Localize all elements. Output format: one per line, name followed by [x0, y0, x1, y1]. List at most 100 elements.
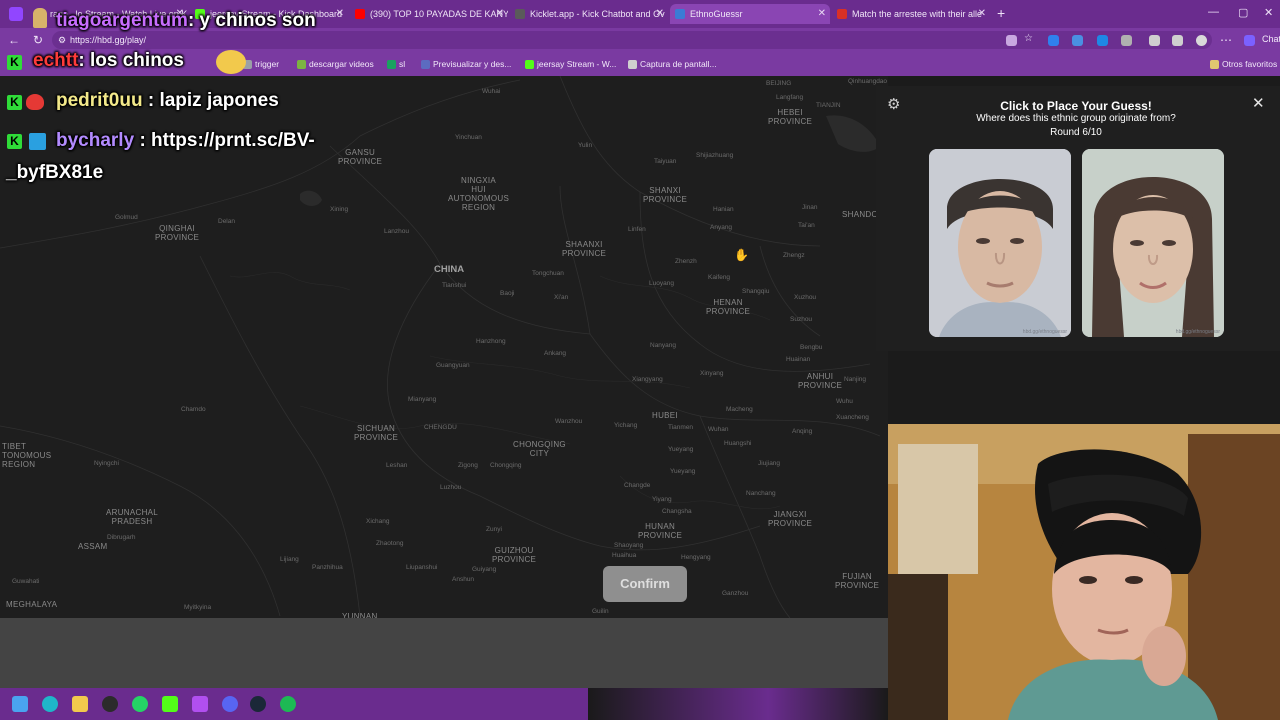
chat-username: pedrit0uu — [56, 90, 143, 111]
close-tab-icon[interactable]: ✕ — [818, 4, 826, 24]
chat-username: echtt — [33, 50, 79, 71]
extension-puzzle-icon[interactable] — [1149, 35, 1160, 46]
close-tab-icon[interactable]: ✕ — [496, 4, 504, 24]
back-icon[interactable]: ← — [8, 33, 20, 47]
chat-text: : y chinos son — [187, 10, 316, 31]
bookmark-star-icon[interactable]: ☆ — [1024, 33, 1035, 44]
arrestee-favicon-icon — [837, 9, 847, 19]
city-label: Shangqiu — [742, 288, 770, 295]
guess-map[interactable]: GANSU PROVINCE NINGXIA HUI AUTONOMOUS REGION… — [0, 76, 888, 618]
city-label: Huaihua — [612, 552, 637, 559]
city-label: Delan — [218, 218, 235, 225]
tab-youtube[interactable]: (390) TOP 10 PAYADAS DE KANYE ✕ — [350, 4, 508, 24]
tab-kicklet[interactable]: Kicklet.app - Kick Chatbot and Ov ✕ — [510, 4, 668, 24]
city-label: Myitkyina — [184, 604, 212, 611]
city-label: Huangshi — [724, 440, 752, 447]
edge-browser-icon[interactable] — [42, 696, 58, 712]
city-label: Yueyang — [670, 468, 696, 475]
province-label: NINGXIA HUI AUTONOMOUS REGION — [448, 176, 510, 212]
minimize-icon[interactable]: — — [1208, 6, 1219, 18]
close-tab-icon[interactable]: ✕ — [336, 4, 344, 24]
obs-icon[interactable] — [102, 696, 118, 712]
city-label: Tianmen — [668, 424, 694, 431]
city-label: Shaoyang — [614, 542, 644, 549]
city-label: Xuzhou — [794, 294, 817, 301]
city-label: Wuhai — [482, 88, 501, 95]
extension-multi-icon[interactable] — [1072, 35, 1083, 46]
close-tab-icon[interactable]: ✕ — [656, 4, 664, 24]
bookmark-descargar-videos[interactable]: descargar videos — [297, 52, 374, 76]
province-label: HENAN PROVINCE — [706, 298, 751, 316]
kick-app-icon[interactable] — [162, 696, 178, 712]
moderator-badge-icon — [29, 133, 46, 150]
steam-icon[interactable] — [250, 696, 266, 712]
map-bottom-strip — [0, 618, 888, 688]
tab-arrestee-game[interactable]: Match the arrestee with their alle ✕ — [832, 4, 990, 24]
bookmark-icon — [297, 60, 306, 69]
province-label: CHONGQING CITY — [513, 440, 566, 458]
bookmark-previsualizar[interactable]: Previsualizar y des... — [421, 52, 511, 76]
round-counter: Round 6/10 — [1050, 127, 1102, 138]
city-label: Xining — [330, 206, 349, 213]
tab-actions-icon[interactable] — [9, 7, 23, 21]
new-tab-icon[interactable]: + — [997, 5, 1005, 21]
city-label: Jinan — [802, 204, 818, 211]
city-label: Nanyang — [650, 342, 677, 349]
city-label: Guangyuan — [436, 362, 470, 369]
province-label: FUJIAN PROVINCE — [835, 572, 880, 590]
profile-avatar[interactable] — [1196, 35, 1207, 46]
file-explorer-icon[interactable] — [72, 696, 88, 712]
bookmark-label: Captura de pantall... — [640, 59, 717, 69]
maximize-icon[interactable]: ▢ — [1238, 6, 1248, 19]
city-label: Mianyang — [408, 396, 437, 403]
discord-icon[interactable] — [222, 696, 238, 712]
bookmark-jeersay-stream[interactable]: jeersay Stream - W... — [525, 52, 616, 76]
male-face-image: hbd.gg/ethnoguessr — [929, 149, 1071, 337]
chat-username: tiagoargentum — [56, 10, 188, 31]
other-bookmarks[interactable]: Otros favoritos — [1210, 52, 1277, 76]
more-menu-icon[interactable]: ⋯ — [1220, 33, 1232, 47]
heart-badge-icon — [26, 94, 44, 110]
app-icon[interactable] — [192, 696, 208, 712]
city-label: Anqing — [792, 428, 813, 435]
bookmark-trigger[interactable]: trigger — [243, 52, 279, 76]
panel-question: Where does this ethnic group originate f… — [976, 113, 1176, 124]
kick-badge-icon: K — [7, 134, 22, 149]
favorites-icon[interactable] — [1172, 35, 1183, 46]
guess-panel: ⚙ ✕ Click to Place Your Guess! Where doe… — [876, 86, 1280, 351]
city-label: Ankang — [544, 350, 567, 357]
translate-icon[interactable] — [1006, 35, 1017, 46]
confirm-button[interactable]: Confirm — [603, 566, 687, 602]
province-label: MEGHALAYA — [6, 600, 58, 609]
city-label: Shijiazhuang — [696, 152, 734, 159]
bookmark-captura[interactable]: Captura de pantall... — [628, 52, 717, 76]
bookmark-sl[interactable]: sl — [387, 52, 405, 76]
extension-gear-icon[interactable] — [1121, 35, 1132, 46]
copilot-icon[interactable] — [1244, 35, 1255, 46]
city-label: Zunyi — [486, 526, 502, 533]
close-tab-icon[interactable]: ✕ — [978, 4, 986, 24]
windows-start-icon[interactable] — [12, 696, 28, 712]
chat-label[interactable]: Chat — [1262, 34, 1280, 44]
city-label: Nanjing — [844, 376, 867, 383]
city-label: Xuancheng — [836, 414, 869, 421]
city-label: Macheng — [726, 406, 753, 413]
url-input[interactable]: ⚙ https://hbd.gg/play/ — [52, 31, 1212, 49]
province-label: QINGHAI PROVINCE — [155, 224, 200, 242]
bookmark-label: jeersay Stream - W... — [537, 59, 617, 69]
webcam-person-icon — [888, 424, 1280, 720]
extension-shield-icon[interactable] — [1097, 35, 1108, 46]
reload-icon[interactable]: ↻ — [33, 33, 43, 47]
close-window-icon[interactable]: ✕ — [1264, 6, 1273, 19]
panel-title: Click to Place Your Guess! — [1000, 99, 1152, 113]
site-info-icon[interactable]: ⚙ — [58, 31, 66, 49]
extension-blue-icon[interactable] — [1048, 35, 1059, 46]
spotify-icon[interactable] — [280, 696, 296, 712]
city-label: Lanzhou — [384, 228, 409, 235]
province-label: ANHUI PROVINCE — [798, 372, 843, 390]
whatsapp-icon[interactable] — [132, 696, 148, 712]
tab-ethnoguessr[interactable]: EthnoGuessr ✕ — [670, 4, 830, 24]
city-label: Yulin — [578, 142, 593, 149]
bookmark-icon — [525, 60, 534, 69]
province-label: SHANXI PROVINCE — [643, 186, 688, 204]
